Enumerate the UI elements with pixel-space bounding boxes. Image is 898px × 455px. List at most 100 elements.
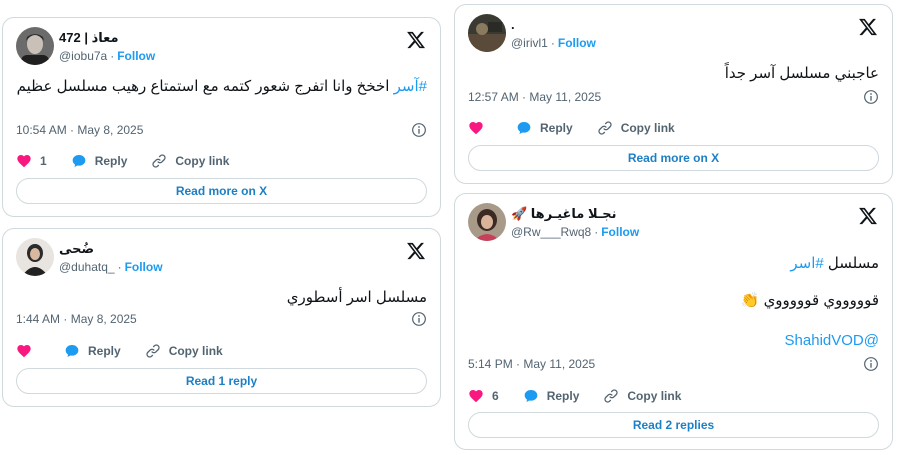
like-count: 6 [492, 389, 499, 403]
info-icon[interactable] [411, 311, 427, 327]
x-logo-icon[interactable] [406, 30, 426, 50]
follow-button[interactable]: Follow [117, 49, 155, 63]
separator-dot: · [110, 49, 115, 63]
handle[interactable]: @irivl1 [511, 36, 548, 50]
tweet-card: معاذ | 472 @iobu7a · Follow #آسر اخخخ وانا… [2, 17, 441, 217]
reply-button[interactable]: Reply [71, 153, 128, 169]
handle[interactable]: @iobu7a [59, 49, 107, 63]
reply-bubble-icon [64, 343, 80, 359]
x-logo-icon[interactable] [858, 206, 878, 226]
copy-link-button[interactable]: Copy link [145, 343, 223, 359]
tweet-meta: 5:14 PM · May 11, 2025 [468, 356, 879, 372]
tweet-body: اخخخ وانا اتفرج شعور كتمه مع استمتاع رهي… [16, 78, 394, 95]
tweet-card: . @irivl1 · Follow عاجبني مسلسل آسر جداً 1… [454, 4, 893, 184]
reply-button[interactable]: Reply [64, 343, 121, 359]
separator-dot: · [594, 225, 599, 239]
heart-icon [16, 343, 32, 359]
like-button[interactable] [16, 343, 40, 359]
display-name[interactable]: ضُحى [59, 241, 163, 257]
tweet-meta: 12:57 AM · May 11, 2025 [468, 89, 879, 105]
read-replies-button[interactable]: Read 1 reply [16, 368, 427, 394]
info-icon[interactable] [863, 89, 879, 105]
link-icon [145, 343, 161, 359]
info-icon[interactable] [411, 122, 427, 138]
timestamp[interactable]: 10:54 AM · May 8, 2025 [16, 123, 143, 137]
tweet-card: ضُحى @duhatq_ · Follow مسلسل اسر أسطوري 1:… [2, 228, 441, 407]
tweet-header: . @irivl1 · Follow [468, 14, 878, 54]
copy-link-button[interactable]: Copy link [151, 153, 229, 169]
avatar[interactable] [468, 14, 506, 52]
x-logo-icon[interactable] [858, 17, 878, 37]
handle[interactable]: @Rw___Rwq8 [511, 225, 591, 239]
tweet-header: ضُحى @duhatq_ · Follow [16, 238, 426, 278]
hashtag[interactable]: #آسر [394, 78, 427, 95]
link-icon [597, 120, 613, 136]
copy-link-label: Copy link [620, 121, 675, 135]
tweet-text: عاجبني مسلسل آسر جداً [724, 65, 879, 82]
display-name[interactable]: . [511, 17, 596, 33]
reply-button[interactable]: Reply [516, 120, 573, 136]
like-button[interactable]: 1 [16, 153, 47, 169]
display-name[interactable]: نجـلا ماغيـرها 🚀 [511, 206, 639, 222]
heart-icon [16, 153, 32, 169]
tweet-header: نجـلا ماغيـرها 🚀 @Rw___Rwq8 · Follow [468, 203, 878, 243]
copy-link-button[interactable]: Copy link [597, 120, 675, 136]
copy-link-label: Copy link [175, 154, 230, 168]
separator-dot: · [550, 36, 555, 50]
tweet-text-line-3: @ShahidVOD [468, 330, 879, 351]
tweet-header: معاذ | 472 @iobu7a · Follow [16, 27, 426, 67]
user-info: ضُحى @duhatq_ · Follow [59, 241, 163, 275]
mention[interactable]: @ShahidVOD [785, 332, 879, 349]
link-icon [151, 153, 167, 169]
follow-button[interactable]: Follow [558, 36, 596, 50]
hashtag[interactable]: #اسر [790, 255, 823, 272]
read-replies-button[interactable]: Read 2 replies [468, 412, 879, 438]
reply-label: Reply [540, 121, 573, 135]
reply-bubble-icon [523, 388, 539, 404]
heart-icon [468, 120, 484, 136]
like-button[interactable] [468, 120, 492, 136]
tweet-text-line-1: مسلسل #اسر [468, 253, 879, 274]
separator-dot: · [117, 260, 122, 274]
reply-button[interactable]: Reply [523, 388, 580, 404]
tweet-text-line-2: قوووووي قوووووي 👏 [740, 292, 879, 309]
display-name[interactable]: معاذ | 472 [59, 30, 155, 46]
reply-label: Reply [546, 389, 580, 403]
timestamp[interactable]: 1:44 AM · May 8, 2025 [16, 312, 137, 326]
link-icon [603, 388, 619, 404]
copy-link-label: Copy link [168, 344, 223, 358]
tweet-actions: Reply Copy link [468, 119, 699, 137]
like-button[interactable]: 6 [468, 388, 499, 404]
avatar[interactable] [16, 27, 54, 65]
tweet-body: مسلسل [823, 255, 879, 272]
tweet-meta: 1:44 AM · May 8, 2025 [16, 311, 427, 327]
reply-label: Reply [88, 344, 121, 358]
info-icon[interactable] [863, 356, 879, 372]
user-info: . @irivl1 · Follow [511, 17, 596, 51]
follow-button[interactable]: Follow [125, 260, 163, 274]
tweet-text: #آسر اخخخ وانا اتفرج شعور كتمه مع استمتا… [16, 76, 427, 97]
copy-link-button[interactable]: Copy link [603, 388, 681, 404]
avatar[interactable] [468, 203, 506, 241]
tweet-actions: 6 Reply Copy link [468, 387, 705, 405]
heart-icon [468, 388, 484, 404]
timestamp[interactable]: 5:14 PM · May 11, 2025 [468, 357, 595, 371]
user-info: نجـلا ماغيـرها 🚀 @Rw___Rwq8 · Follow [511, 206, 639, 240]
tweet-text: مسلسل اسر أسطوري [286, 289, 427, 306]
tweet-actions: 1 Reply Copy link [16, 152, 253, 170]
tweet-card: نجـلا ماغيـرها 🚀 @Rw___Rwq8 · Follow مسلسل… [454, 193, 893, 450]
tweet-meta: 10:54 AM · May 8, 2025 [16, 122, 427, 138]
reply-bubble-icon [516, 120, 532, 136]
read-more-button[interactable]: Read more on X [468, 145, 879, 171]
copy-link-label: Copy link [627, 389, 682, 403]
timestamp[interactable]: 12:57 AM · May 11, 2025 [468, 90, 601, 104]
follow-button[interactable]: Follow [601, 225, 639, 239]
tweet-actions: Reply Copy link [16, 342, 247, 360]
like-count: 1 [40, 154, 47, 168]
reply-bubble-icon [71, 153, 87, 169]
avatar[interactable] [16, 238, 54, 276]
x-logo-icon[interactable] [406, 241, 426, 261]
reply-label: Reply [94, 154, 128, 168]
handle[interactable]: @duhatq_ [59, 260, 115, 274]
read-more-button[interactable]: Read more on X [16, 178, 427, 204]
